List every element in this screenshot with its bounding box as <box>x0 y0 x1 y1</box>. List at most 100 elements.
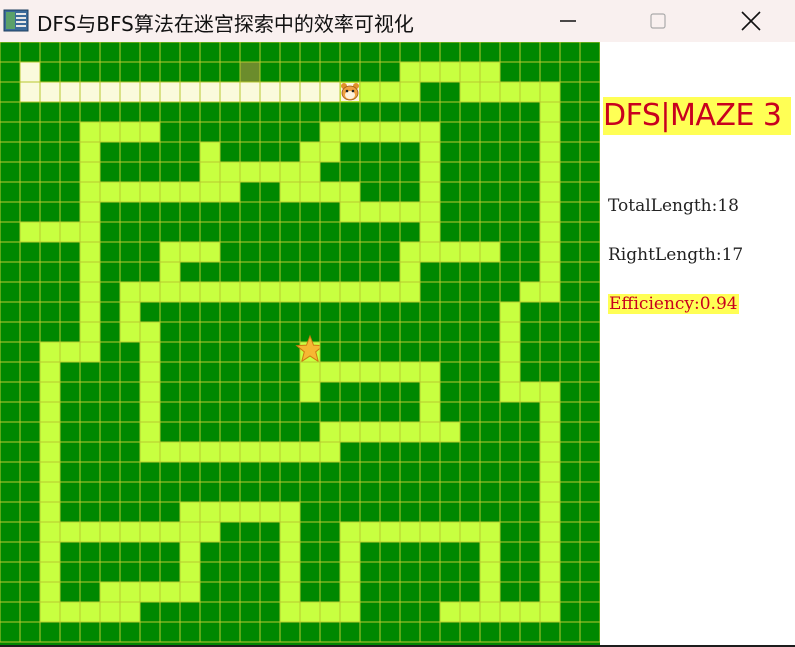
maze-wall-cell <box>499 221 521 243</box>
maze-wall-cell <box>199 341 221 363</box>
maze-path-cell <box>419 181 441 203</box>
maze-path-cell <box>119 321 141 343</box>
maze-wall-cell <box>439 541 461 563</box>
maze-wall-cell <box>219 401 241 423</box>
maze-path-cell <box>359 121 381 143</box>
maze-wall-cell <box>0 621 21 643</box>
maze-path-cell <box>59 341 81 363</box>
maze-wall-cell <box>359 581 381 603</box>
maze-wall-cell <box>139 241 161 263</box>
maze-wall-cell <box>0 541 21 563</box>
maze-wall-cell <box>299 61 321 83</box>
maze-wall-cell <box>399 561 421 583</box>
maze-wall-cell <box>339 241 361 263</box>
maze-wall-cell <box>119 101 141 123</box>
maze-wall-cell <box>279 361 301 383</box>
maze-wall-cell <box>19 401 41 423</box>
maze-wall-cell <box>439 101 461 123</box>
maze-wall-cell <box>299 621 321 643</box>
maze-wall-cell <box>519 42 541 63</box>
maze-wall-cell <box>99 401 121 423</box>
close-button[interactable] <box>728 0 774 42</box>
maze-wall-cell <box>259 341 281 363</box>
maze-wall-cell <box>479 181 501 203</box>
minimize-button[interactable] <box>545 0 591 42</box>
maze-wall-cell <box>399 541 421 563</box>
maze-wall-cell <box>0 481 21 503</box>
maze-wall-cell <box>499 261 521 283</box>
maze-wall-cell <box>579 81 600 103</box>
maze-wall-cell <box>319 461 341 483</box>
maze-path-cell <box>439 601 461 623</box>
maze-wall-cell <box>239 321 261 343</box>
maze-wall-cell <box>19 141 41 163</box>
maze-wall-cell <box>239 401 261 423</box>
maze-wall-cell <box>379 221 401 243</box>
maze-path-cell <box>39 381 61 403</box>
maze-wall-cell <box>339 481 361 503</box>
maximize-button[interactable] <box>635 0 681 42</box>
maze-wall-cell <box>299 241 321 263</box>
maze-wall-cell <box>239 481 261 503</box>
maze-wall-cell <box>379 461 401 483</box>
maze-wall-cell <box>119 61 141 83</box>
maze-wall-cell <box>199 361 221 383</box>
maze-wall-cell <box>0 561 21 583</box>
maze-path-cell <box>39 361 61 383</box>
maze-wall-cell <box>319 521 341 543</box>
maze-wall-cell <box>379 181 401 203</box>
maze-wall-cell <box>199 321 221 343</box>
maze-wall-cell <box>219 421 241 443</box>
maze-wall-cell <box>0 421 21 443</box>
maze-wall-cell <box>139 541 161 563</box>
maze-wall-cell <box>19 121 41 143</box>
maze-wall-cell <box>19 541 41 563</box>
maze-wall-cell <box>79 541 101 563</box>
maze-path-cell <box>319 601 341 623</box>
maze-path-cell <box>339 361 361 383</box>
maze-wall-cell <box>439 301 461 323</box>
maze-wall-cell <box>139 61 161 83</box>
maze-wall-cell <box>259 101 281 123</box>
maze-wall-cell <box>519 461 541 483</box>
maze-wall-cell <box>19 241 41 263</box>
maze-wall-cell <box>219 481 241 503</box>
maze-path-cell <box>279 581 301 603</box>
maze-grid <box>0 42 600 643</box>
maze-wall-cell <box>559 461 581 483</box>
maze-wall-cell <box>219 581 241 603</box>
maze-wall-cell <box>259 541 281 563</box>
maze-wall-cell <box>419 261 441 283</box>
maze-path-cell <box>159 441 181 463</box>
maze-path-cell <box>39 481 61 503</box>
maze-wall-cell <box>319 161 341 183</box>
maze-wall-cell <box>279 461 301 483</box>
maze-wall-cell <box>459 441 481 463</box>
maze-path-cell <box>79 261 101 283</box>
maze-wall-cell <box>399 381 421 403</box>
maze-wall-cell <box>519 501 541 523</box>
maze-path-cell <box>259 501 281 523</box>
maze-wall-cell <box>579 161 600 183</box>
maze-wall-cell <box>239 561 261 583</box>
maze-wall-cell <box>299 541 321 563</box>
maze-path-cell <box>339 521 361 543</box>
maze-wall-cell <box>459 321 481 343</box>
maze-wall-cell <box>559 481 581 503</box>
maze-wall-cell <box>359 501 381 523</box>
maze-path-cell <box>39 401 61 423</box>
maze-wall-cell <box>559 161 581 183</box>
maze-wall-cell <box>99 221 121 243</box>
maze-path-cell <box>59 521 81 543</box>
title-bar[interactable]: DFS与BFS算法在迷宫探索中的效率可视化 <box>0 0 795 42</box>
maze-wall-cell <box>39 181 61 203</box>
maze-wall-cell <box>319 581 341 603</box>
maze-wall-cell <box>219 201 241 223</box>
maze-wall-cell <box>59 201 81 223</box>
maze-wall-cell <box>519 421 541 443</box>
maze-wall-cell <box>459 101 481 123</box>
maze-wall-cell <box>439 201 461 223</box>
maze-wall-cell <box>579 61 600 83</box>
maze-wall-cell <box>79 401 101 423</box>
maze-path-cell <box>539 601 561 623</box>
